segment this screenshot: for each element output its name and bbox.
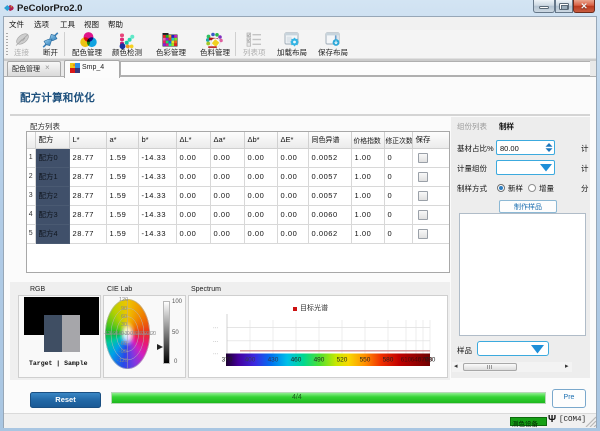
- svg-text:490: 490: [314, 357, 325, 364]
- svg-text:···: ···: [213, 339, 218, 345]
- svg-text:370: 370: [222, 357, 233, 364]
- svg-text:400: 400: [245, 357, 256, 364]
- svg-text:580: 580: [383, 357, 394, 364]
- svg-text:···: ···: [213, 326, 218, 332]
- svg-text:···: ···: [213, 352, 218, 358]
- svg-text:430: 430: [268, 357, 279, 364]
- svg-text:520: 520: [337, 357, 348, 364]
- svg-text:550: 550: [360, 357, 371, 364]
- svg-text:730: 730: [425, 357, 436, 364]
- svg-text:460: 460: [291, 357, 302, 364]
